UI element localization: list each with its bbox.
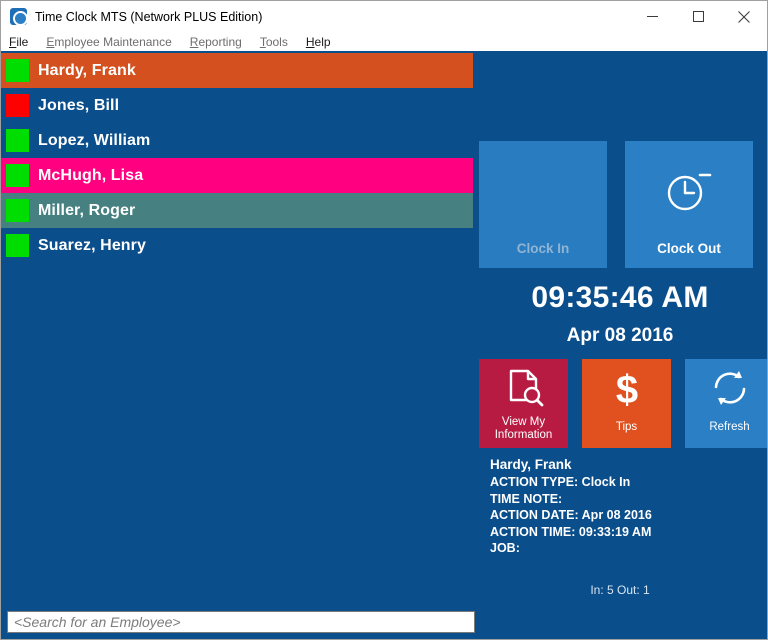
minimize-icon[interactable] bbox=[629, 1, 675, 32]
menu-bar: File Employee Maintenance Reporting Tool… bbox=[1, 32, 767, 52]
view-my-information-label: View My Information bbox=[494, 416, 553, 441]
employee-row-2[interactable]: Lopez, William bbox=[1, 123, 473, 158]
status-swatch-icon bbox=[6, 94, 29, 117]
menu-item-help[interactable]: Help bbox=[306, 35, 331, 49]
refresh-button[interactable]: Refresh bbox=[685, 359, 767, 448]
main-content: Hardy, Frank Jones, Bill Lopez, William … bbox=[1, 53, 767, 639]
clock-in-label: Clock In bbox=[516, 241, 570, 256]
employee-name: Jones, Bill bbox=[38, 96, 120, 114]
status-swatch-icon bbox=[6, 164, 29, 187]
status-action-type: ACTION TYPE: Clock In bbox=[490, 475, 631, 489]
refresh-icon bbox=[685, 367, 767, 409]
clock-app-icon bbox=[10, 8, 28, 26]
employee-row-5[interactable]: Suarez, Henry bbox=[1, 228, 473, 263]
status-action-date: ACTION DATE: Apr 08 2016 bbox=[490, 508, 652, 522]
app-window: Time Clock MTS (Network PLUS Edition) Fi… bbox=[0, 0, 768, 640]
clock-out-icon bbox=[625, 169, 753, 213]
window-title: Time Clock MTS (Network PLUS Edition) bbox=[35, 9, 263, 24]
status-details: Hardy, Frank ACTION TYPE: Clock In TIME … bbox=[490, 457, 652, 557]
employee-name: Miller, Roger bbox=[38, 201, 136, 219]
employee-row-1[interactable]: Jones, Bill bbox=[1, 88, 473, 123]
menu-item-file[interactable]: File bbox=[9, 35, 28, 49]
menu-item-tools[interactable]: Tools bbox=[260, 35, 288, 49]
employee-name: Hardy, Frank bbox=[38, 61, 136, 79]
employee-list: Hardy, Frank Jones, Bill Lopez, William … bbox=[1, 53, 473, 263]
maximize-icon[interactable] bbox=[675, 1, 721, 32]
dollar-icon: $ bbox=[582, 367, 671, 413]
close-icon[interactable] bbox=[721, 1, 767, 32]
status-swatch-icon bbox=[6, 129, 29, 152]
clock-out-label: Clock Out bbox=[657, 241, 721, 256]
current-time: 09:35:46 AM bbox=[531, 281, 709, 314]
employee-name: McHugh, Lisa bbox=[38, 166, 144, 184]
status-time-note: TIME NOTE: bbox=[490, 491, 563, 506]
clock-panel: Clock In Clock Out 09:35:46 AM Apr 08 20… bbox=[473, 53, 767, 639]
in-out-summary: In: 5 Out: 1 bbox=[590, 583, 650, 597]
action-tiles: View My Information $ Tips Refresh bbox=[479, 359, 767, 448]
clock-buttons: Clock In Clock Out bbox=[479, 141, 753, 268]
tips-label: Tips bbox=[615, 421, 638, 433]
svg-text:$: $ bbox=[615, 368, 637, 412]
status-swatch-icon bbox=[6, 234, 29, 257]
current-date: Apr 08 2016 bbox=[566, 325, 674, 346]
search-input[interactable] bbox=[8, 612, 474, 632]
employee-row-4[interactable]: Miller, Roger bbox=[1, 193, 473, 228]
employee-name: Suarez, Henry bbox=[38, 236, 147, 254]
refresh-label: Refresh bbox=[709, 421, 750, 433]
status-swatch-icon bbox=[6, 59, 29, 82]
status-swatch-icon bbox=[6, 199, 29, 222]
menu-item-reporting[interactable]: Reporting bbox=[190, 35, 242, 49]
employee-row-0[interactable]: Hardy, Frank bbox=[1, 53, 473, 88]
status-action-time: ACTION TIME: 09:33:19 AM bbox=[490, 524, 652, 539]
document-search-icon bbox=[479, 367, 568, 409]
menu-item-employee-maintenance[interactable]: Employee Maintenance bbox=[46, 35, 171, 49]
status-employee-name: Hardy, Frank bbox=[490, 457, 572, 472]
title-bar: Time Clock MTS (Network PLUS Edition) bbox=[1, 1, 767, 32]
search-box[interactable] bbox=[7, 611, 475, 633]
clock-in-button[interactable]: Clock In bbox=[479, 141, 607, 268]
tips-button[interactable]: $ Tips bbox=[582, 359, 671, 448]
clock-out-button[interactable]: Clock Out bbox=[625, 141, 753, 268]
employee-name: Lopez, William bbox=[38, 131, 151, 149]
status-job: JOB: bbox=[490, 541, 520, 555]
window-controls bbox=[629, 1, 767, 32]
employee-row-3[interactable]: McHugh, Lisa bbox=[1, 158, 473, 193]
view-my-information-button[interactable]: View My Information bbox=[479, 359, 568, 448]
